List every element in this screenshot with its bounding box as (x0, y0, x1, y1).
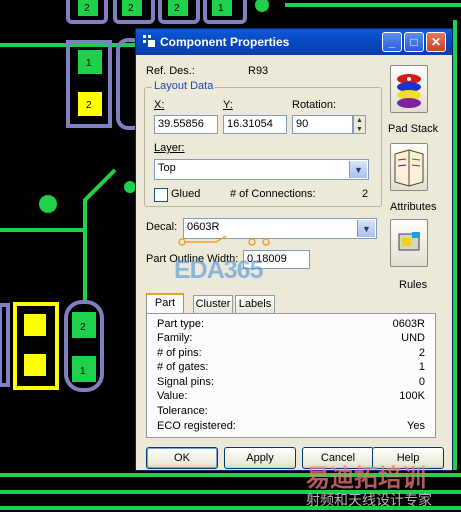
list-item: # of pins: 2 (157, 347, 425, 362)
pad-stack-button[interactable] (390, 65, 428, 113)
signal-pins-key: Signal pins: (157, 376, 214, 388)
list-item: Part type: 0603R (157, 318, 425, 333)
ok-button[interactable]: OK (146, 447, 218, 469)
svg-text:2: 2 (128, 3, 134, 14)
component-left: 1 2 (66, 38, 144, 130)
svg-text:2: 2 (86, 100, 92, 111)
svg-text:1: 1 (86, 58, 92, 69)
minimize-button[interactable]: _ (382, 32, 402, 52)
signal-pins-value: 0 (418, 376, 425, 388)
eco-key: ECO registered: (157, 420, 236, 432)
pad-stack-label: Pad Stack (388, 123, 439, 135)
list-item: Value: 100K (157, 390, 425, 405)
ref-des-label: Ref. Des.: (146, 65, 195, 77)
layer-select[interactable]: Top ▼ (154, 159, 369, 180)
decal-value: 0603R (187, 221, 220, 233)
close-button[interactable]: ✕ (426, 32, 446, 52)
pins-value: 2 (418, 347, 425, 359)
pins-key: # of pins: (157, 347, 202, 359)
gates-value: 1 (418, 361, 425, 373)
list-item: Family: UND (157, 332, 425, 347)
pin-label-2: 2 (80, 322, 86, 333)
attributes-label: Attributes (390, 201, 437, 213)
attributes-button[interactable] (390, 143, 428, 191)
part-type-key: Part type: (157, 318, 205, 330)
svg-text:2: 2 (84, 3, 90, 14)
list-item: # of gates: 1 (157, 361, 425, 376)
part-info-panel: Part type: 0603R Family: UND # of pins: 2 #… (146, 313, 436, 438)
value-value: 100K (399, 390, 425, 402)
list-item: Tolerance: (157, 405, 425, 420)
decal-label: Decal: (146, 221, 178, 233)
y-input[interactable]: 16.31054 (223, 115, 287, 134)
app-icon (143, 35, 155, 47)
maximize-button[interactable]: □ (404, 32, 424, 52)
chevron-down-icon[interactable]: ▼ (357, 220, 375, 237)
ref-des-value: R93 (248, 65, 269, 77)
rules-label: Rules (399, 279, 428, 291)
glued-label: Glued (171, 188, 201, 200)
connections-label: # of Connections: (230, 188, 316, 200)
connections-value: 2 (362, 188, 369, 200)
rotation-label: Rotation: (292, 99, 337, 111)
gates-key: # of gates: (157, 361, 209, 373)
spin-up-icon[interactable]: ▲ (354, 116, 365, 125)
component-selected: 2 1 (0, 300, 104, 392)
svg-text:2: 2 (174, 3, 180, 14)
eda-watermark: EDA365 (174, 256, 263, 284)
svg-text:1: 1 (218, 3, 224, 14)
family-value: UND (401, 332, 425, 344)
tab-cluster[interactable]: Cluster (193, 295, 233, 313)
chevron-down-icon[interactable]: ▼ (349, 161, 367, 178)
top-components: 2 2 2 1 (66, 0, 247, 24)
rules-icon (398, 232, 420, 251)
pad-stack-icon (397, 74, 421, 108)
cn-watermark-sub: 射频和天线设计专家 (306, 492, 432, 508)
value-key: Value: (157, 390, 188, 402)
layer-value: Top (158, 162, 176, 174)
list-item: ECO registered: Yes (157, 420, 425, 435)
cn-watermark: 易迪拓培训 (306, 465, 426, 492)
part-type-value: 0603R (392, 318, 425, 330)
apply-button[interactable]: Apply (224, 447, 296, 469)
list-item: Signal pins: 0 (157, 376, 425, 391)
pin-label-1: 1 (80, 366, 86, 377)
tab-part[interactable]: Part (146, 293, 184, 313)
layout-data-title: Layout Data (152, 80, 216, 92)
spin-down-icon[interactable]: ▼ (354, 125, 365, 134)
rotation-input[interactable]: 90 (292, 115, 353, 134)
y-label: Y: (223, 99, 233, 111)
dialog-title: Component Properties (160, 35, 290, 49)
glued-checkbox[interactable] (154, 188, 168, 202)
tolerance-key: Tolerance: (157, 405, 208, 417)
x-input[interactable]: 39.55856 (154, 115, 218, 134)
rotation-spinner[interactable]: ▲ ▼ (353, 115, 366, 134)
rules-button[interactable] (390, 219, 428, 267)
tab-labels[interactable]: Labels (235, 295, 275, 313)
eco-value: Yes (407, 420, 425, 432)
title-bar[interactable]: Component Properties _ □ ✕ (136, 29, 452, 55)
attributes-icon (394, 149, 424, 187)
family-key: Family: (157, 332, 193, 344)
x-label: X: (154, 99, 165, 111)
layer-label: Layer: (154, 142, 185, 154)
